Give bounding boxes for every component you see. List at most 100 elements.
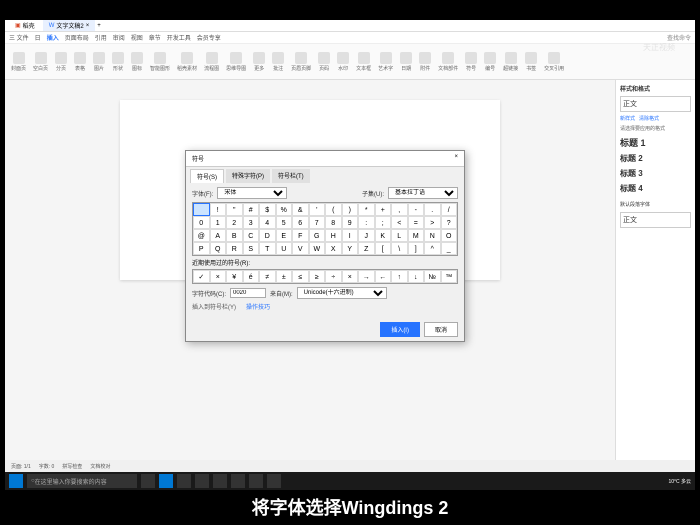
recent-char[interactable]: ↑ — [391, 270, 408, 283]
recent-char[interactable]: ± — [276, 270, 293, 283]
char-cell[interactable]: G — [309, 229, 326, 242]
char-cell[interactable]: E — [276, 229, 293, 242]
char-cell[interactable]: B — [226, 229, 243, 242]
char-cell[interactable]: ' — [309, 203, 326, 216]
char-cell[interactable]: - — [408, 203, 425, 216]
recent-char[interactable]: × — [342, 270, 359, 283]
ribbon-分页[interactable]: 分页 — [53, 51, 69, 73]
char-cell[interactable]: : — [358, 216, 375, 229]
char-cell[interactable]: Z — [358, 242, 375, 255]
char-cell[interactable]: T — [259, 242, 276, 255]
menu-search[interactable]: 查找命令 — [667, 33, 691, 42]
task-icon[interactable] — [159, 474, 173, 488]
ribbon-日期[interactable]: 日期 — [398, 51, 414, 73]
close-icon[interactable]: × — [454, 154, 458, 163]
style-h4[interactable]: 标题 4 — [620, 181, 691, 196]
char-cell[interactable]: L — [391, 229, 408, 242]
new-style[interactable]: 新样式 — [620, 115, 635, 122]
menu-start[interactable]: 日 — [35, 33, 41, 42]
ribbon-交叉引用[interactable]: 交叉引用 — [542, 51, 566, 73]
menu-ref[interactable]: 引用 — [95, 33, 107, 42]
char-cell[interactable]: V — [292, 242, 309, 255]
ribbon-编号[interactable]: 编号 — [482, 51, 498, 73]
menu-view[interactable]: 视图 — [131, 33, 143, 42]
ribbon-页眉页脚[interactable]: 页眉页脚 — [289, 51, 313, 73]
ribbon-空白页[interactable]: 空白页 — [31, 51, 50, 73]
char-cell[interactable]: $ — [259, 203, 276, 216]
char-cell[interactable]: Y — [342, 242, 359, 255]
char-cell[interactable]: . — [424, 203, 441, 216]
char-grid[interactable]: !"#$%&'()*+,-./0123456789:;<=>?@ABCDEFGH… — [192, 202, 458, 256]
tab-special[interactable]: 特殊字符(P) — [226, 169, 270, 183]
ribbon-思维导图[interactable]: 思维导图 — [224, 51, 248, 73]
subset-select[interactable]: 基本拉丁语 — [388, 187, 458, 199]
char-cell[interactable]: ? — [441, 216, 458, 229]
menu-vip[interactable]: 会员专享 — [197, 33, 221, 42]
ribbon-图标[interactable]: 图标 — [129, 51, 145, 73]
char-cell[interactable]: 9 — [342, 216, 359, 229]
recent-char[interactable]: ≠ — [259, 270, 276, 283]
menu-insert[interactable]: 插入 — [47, 33, 59, 42]
char-cell[interactable]: = — [408, 216, 425, 229]
char-cell[interactable]: ! — [210, 203, 227, 216]
char-cell[interactable]: * — [358, 203, 375, 216]
tab-document[interactable]: W 文字文稿2 × — [43, 20, 96, 31]
char-cell[interactable]: 7 — [309, 216, 326, 229]
char-cell[interactable]: 0 — [193, 216, 210, 229]
char-cell[interactable]: ( — [325, 203, 342, 216]
ribbon-超链接[interactable]: 超链接 — [501, 51, 520, 73]
char-cell[interactable]: ^ — [424, 242, 441, 255]
insert-to-bar[interactable]: 插入到符号栏(Y) — [192, 302, 236, 311]
char-cell[interactable]: & — [292, 203, 309, 216]
recent-char[interactable]: × — [210, 270, 227, 283]
taskbar-search[interactable]: ○ 在这里输入你要搜索的内容 — [27, 474, 137, 488]
char-cell[interactable]: 4 — [259, 216, 276, 229]
char-cell[interactable]: P — [193, 242, 210, 255]
style-body[interactable]: 正文 — [620, 212, 691, 228]
ribbon-表格[interactable]: 表格 — [72, 51, 88, 73]
tab-symbols[interactable]: 符号(S) — [190, 169, 224, 183]
recent-char[interactable]: ¥ — [226, 270, 243, 283]
task-icon[interactable] — [213, 474, 227, 488]
ribbon-智能图形[interactable]: 智能图形 — [148, 51, 172, 73]
task-icon[interactable] — [267, 474, 281, 488]
char-cell[interactable]: + — [375, 203, 392, 216]
char-cell[interactable]: % — [276, 203, 293, 216]
style-h2[interactable]: 标题 2 — [620, 151, 691, 166]
char-cell[interactable]: ] — [408, 242, 425, 255]
style-h1[interactable]: 标题 1 — [620, 134, 691, 151]
ribbon-艺术字[interactable]: 艺术字 — [376, 51, 395, 73]
font-select[interactable]: 宋体 — [217, 187, 287, 199]
recent-char[interactable]: № — [424, 270, 441, 283]
ribbon-书签[interactable]: 书签 — [523, 51, 539, 73]
char-cell[interactable]: 8 — [325, 216, 342, 229]
ribbon-符号[interactable]: 符号 — [463, 51, 479, 73]
char-cell[interactable]: X — [325, 242, 342, 255]
char-cell[interactable]: < — [391, 216, 408, 229]
tab-add[interactable]: + — [97, 23, 101, 29]
task-icon[interactable] — [195, 474, 209, 488]
ribbon-图片[interactable]: 图片 — [91, 51, 107, 73]
system-tray[interactable]: 10°C 多云 — [668, 478, 691, 485]
char-cell[interactable]: > — [424, 216, 441, 229]
task-icon[interactable] — [177, 474, 191, 488]
char-cell[interactable]: I — [342, 229, 359, 242]
task-icon[interactable] — [141, 474, 155, 488]
menu-chapter[interactable]: 章节 — [149, 33, 161, 42]
char-cell[interactable]: K — [375, 229, 392, 242]
tips-link[interactable]: 操作技巧 — [246, 302, 270, 311]
start-button[interactable] — [9, 474, 23, 488]
char-cell[interactable]: ) — [342, 203, 359, 216]
char-cell[interactable]: W — [309, 242, 326, 255]
char-cell[interactable]: U — [276, 242, 293, 255]
char-cell[interactable]: M — [408, 229, 425, 242]
char-cell[interactable]: 3 — [243, 216, 260, 229]
style-deffont[interactable]: 默认段落字体 — [620, 199, 691, 210]
ribbon-更多[interactable]: 更多 — [251, 51, 267, 73]
char-cell[interactable]: S — [243, 242, 260, 255]
task-icon[interactable] — [249, 474, 263, 488]
recent-char[interactable]: é — [243, 270, 260, 283]
recent-char[interactable]: ↓ — [408, 270, 425, 283]
char-cell[interactable]: 2 — [226, 216, 243, 229]
menu-file[interactable]: 三 文件 — [9, 33, 29, 42]
